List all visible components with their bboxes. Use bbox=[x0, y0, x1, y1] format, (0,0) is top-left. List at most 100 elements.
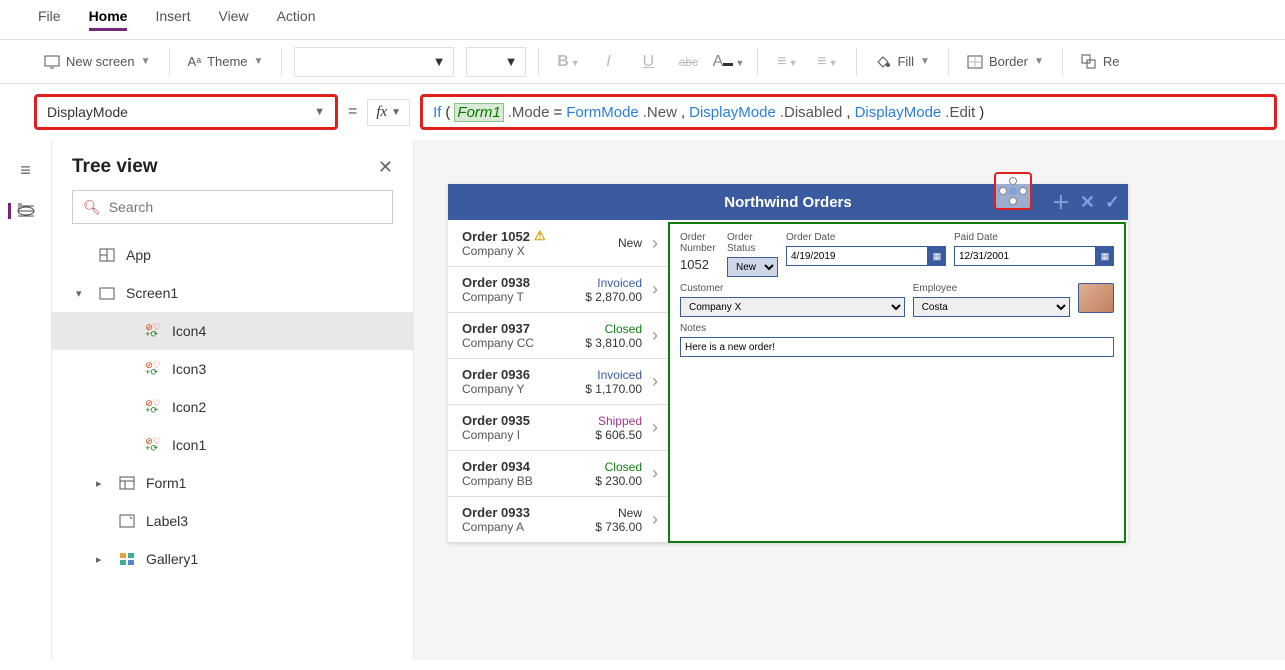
menu-action[interactable]: Action bbox=[277, 8, 316, 31]
theme-icon: Aᵃ bbox=[188, 54, 202, 69]
chevron-down-icon: ▼ bbox=[391, 107, 401, 118]
orders-list: Order 1052⚠Company XNew›Order 0938Compan… bbox=[448, 220, 668, 543]
left-rail: ≡ bbox=[0, 140, 52, 660]
new-screen-button[interactable]: New screen ▼ bbox=[38, 50, 157, 73]
order-form: Order Number 1052 Order Status New Order… bbox=[668, 222, 1126, 543]
field-label: Paid Date bbox=[954, 232, 1114, 243]
italic-button[interactable]: I bbox=[591, 53, 625, 71]
paid-date-input[interactable] bbox=[954, 246, 1096, 266]
tree-search-input[interactable] bbox=[109, 199, 382, 215]
order-row[interactable]: Order 0937Company CCClosed$ 3,810.00› bbox=[448, 313, 668, 359]
order-number-value: 1052 bbox=[680, 257, 719, 272]
confirm-icon[interactable]: ✓ bbox=[1105, 192, 1120, 213]
employee-select[interactable]: Costa bbox=[913, 297, 1070, 317]
chevron-down-icon: ▼ bbox=[433, 54, 446, 69]
menu-insert[interactable]: Insert bbox=[155, 8, 190, 31]
main-area: ≡ Tree view ✕ 🔍︎ App▾Screen1⊘♡+⟳Icon4⊘♡+… bbox=[0, 140, 1285, 660]
font-color-button[interactable]: A▼ bbox=[711, 53, 745, 71]
chevron-right-icon: › bbox=[652, 279, 658, 300]
separator bbox=[169, 48, 170, 76]
reorder-button[interactable]: Re bbox=[1075, 50, 1126, 74]
menu-file[interactable]: File bbox=[38, 8, 61, 31]
tree-item-gallery1[interactable]: ▸Gallery1 bbox=[52, 540, 413, 578]
field-label: Order Status bbox=[727, 232, 778, 254]
property-selected-label: DisplayMode bbox=[47, 104, 128, 120]
order-row[interactable]: Order 0933Company ANew$ 736.00› bbox=[448, 497, 668, 543]
chevron-down-icon: ▼ bbox=[505, 54, 518, 69]
notes-input[interactable] bbox=[680, 337, 1114, 357]
selection-handle[interactable] bbox=[994, 172, 1032, 210]
chevron-down-icon: ▼ bbox=[1034, 56, 1044, 67]
add-icon[interactable]: ＋ bbox=[1052, 189, 1070, 215]
tree-item-icon1[interactable]: ⊘♡+⟳Icon1 bbox=[52, 426, 413, 464]
chevron-right-icon: › bbox=[652, 417, 658, 438]
comp-icon: ⊘♡+⟳ bbox=[144, 438, 162, 452]
tree-item-icon4[interactable]: ⊘♡+⟳Icon4 bbox=[52, 312, 413, 350]
app-title: Northwind Orders bbox=[724, 194, 852, 211]
chevron-down-icon: ▼ bbox=[254, 56, 264, 67]
order-status-select[interactable]: New bbox=[727, 257, 778, 277]
valign-button[interactable]: ≡▼ bbox=[810, 53, 844, 71]
order-row[interactable]: Order 0935Company IShipped$ 606.50› bbox=[448, 405, 668, 451]
app-preview: Northwind Orders ＋ ✕ ✓ Order 1052⚠Compan… bbox=[448, 184, 1128, 543]
tree-search-box[interactable]: 🔍︎ bbox=[72, 190, 393, 224]
strikethrough-button[interactable]: abc bbox=[671, 55, 705, 69]
label-icon bbox=[118, 514, 136, 528]
tree-view-panel: Tree view ✕ 🔍︎ App▾Screen1⊘♡+⟳Icon4⊘♡+⟳I… bbox=[52, 140, 414, 660]
chevron-right-icon: › bbox=[652, 509, 658, 530]
chevron-right-icon: › bbox=[652, 233, 658, 254]
tree-item-form1[interactable]: ▸Form1 bbox=[52, 464, 413, 502]
fill-button[interactable]: Fill ▼ bbox=[869, 50, 936, 74]
formula-bar-row: DisplayMode ▼ = fx ▼ If( Form1.Mode = Fo… bbox=[0, 84, 1285, 140]
menu-view[interactable]: View bbox=[218, 8, 248, 31]
fx-button[interactable]: fx ▼ bbox=[367, 99, 410, 126]
tree-view-icon[interactable] bbox=[8, 203, 35, 219]
tree-item-icon3[interactable]: ⊘♡+⟳Icon3 bbox=[52, 350, 413, 388]
canvas[interactable]: Northwind Orders ＋ ✕ ✓ Order 1052⚠Compan… bbox=[414, 140, 1285, 660]
close-icon[interactable]: ✕ bbox=[378, 157, 393, 178]
order-row[interactable]: Order 0936Company YInvoiced$ 1,170.00› bbox=[448, 359, 668, 405]
property-selector[interactable]: DisplayMode ▼ bbox=[34, 94, 338, 130]
app-icon bbox=[98, 248, 116, 262]
formula-input[interactable]: If( Form1.Mode = FormMode.New, DisplayMo… bbox=[420, 94, 1277, 130]
border-button[interactable]: Border ▼ bbox=[961, 50, 1050, 73]
tree-list: App▾Screen1⊘♡+⟳Icon4⊘♡+⟳Icon3⊘♡+⟳Icon2⊘♡… bbox=[52, 236, 413, 660]
separator bbox=[948, 48, 949, 76]
form-icon bbox=[118, 476, 136, 490]
app-header: Northwind Orders ＋ ✕ ✓ bbox=[448, 184, 1128, 220]
border-label: Border bbox=[989, 54, 1028, 69]
comp-icon: ⊘♡+⟳ bbox=[144, 400, 162, 414]
underline-button[interactable]: U bbox=[631, 53, 665, 71]
calendar-icon[interactable]: ▦ bbox=[928, 246, 946, 266]
menu-home[interactable]: Home bbox=[89, 8, 128, 31]
menubar: File Home Insert View Action bbox=[0, 0, 1285, 40]
reorder-icon bbox=[1081, 54, 1097, 70]
order-row[interactable]: Order 0934Company BBClosed$ 230.00› bbox=[448, 451, 668, 497]
font-size-dropdown[interactable]: ▼ bbox=[466, 47, 526, 77]
comp-icon: ⊘♡+⟳ bbox=[144, 362, 162, 376]
chevron-down-icon: ▼ bbox=[314, 106, 325, 118]
calendar-icon[interactable]: ▦ bbox=[1096, 246, 1114, 266]
order-row[interactable]: Order 1052⚠Company XNew› bbox=[448, 220, 668, 267]
screen-icon bbox=[98, 287, 116, 300]
tree-item-app[interactable]: App bbox=[52, 236, 413, 274]
separator bbox=[757, 48, 758, 76]
chevron-right-icon: › bbox=[652, 325, 658, 346]
bold-button[interactable]: B▼ bbox=[551, 53, 585, 71]
tree-item-icon2[interactable]: ⊘♡+⟳Icon2 bbox=[52, 388, 413, 426]
order-date-input[interactable] bbox=[786, 246, 928, 266]
theme-button[interactable]: Aᵃ Theme ▼ bbox=[182, 50, 270, 73]
fill-icon bbox=[875, 54, 891, 70]
align-button[interactable]: ≡▼ bbox=[770, 53, 804, 71]
hamburger-icon[interactable]: ≡ bbox=[20, 160, 31, 181]
tree-item-screen1[interactable]: ▾Screen1 bbox=[52, 274, 413, 312]
theme-label: Theme bbox=[207, 54, 247, 69]
order-row[interactable]: Order 0938Company TInvoiced$ 2,870.00› bbox=[448, 267, 668, 313]
toolbar: New screen ▼ Aᵃ Theme ▼ ▼ ▼ B▼ I U abc A… bbox=[0, 40, 1285, 84]
field-label: Notes bbox=[680, 323, 1114, 334]
separator bbox=[856, 48, 857, 76]
cancel-icon[interactable]: ✕ bbox=[1080, 192, 1095, 213]
tree-item-label3[interactable]: Label3 bbox=[52, 502, 413, 540]
customer-select[interactable]: Company X bbox=[680, 297, 905, 317]
font-family-dropdown[interactable]: ▼ bbox=[294, 47, 454, 77]
